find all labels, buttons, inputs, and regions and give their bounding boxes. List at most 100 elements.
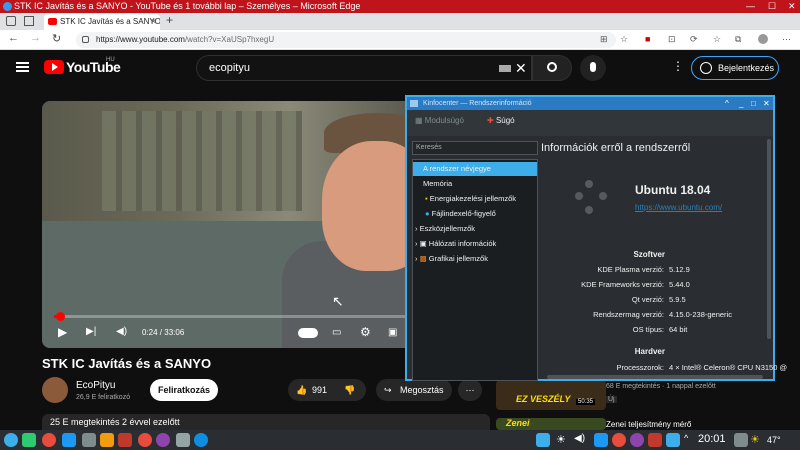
youtube-logo-icon[interactable] (44, 60, 64, 74)
more-icon[interactable]: ⋯ (782, 34, 791, 45)
app-icon[interactable] (118, 433, 132, 447)
signin-button[interactable]: Bejelentkezés (691, 56, 779, 80)
new-tab-button[interactable]: + (166, 13, 173, 27)
expand-arrow-icon[interactable]: › (415, 239, 418, 248)
back-icon[interactable]: ← (8, 32, 19, 44)
more-actions-button[interactable]: ⋯ (458, 379, 482, 401)
tree-item-energy[interactable]: ▪ Energiakezelési jellemzők (413, 192, 537, 206)
tab-list-icon[interactable] (24, 16, 34, 26)
channel-name[interactable]: EcoPityu (76, 380, 115, 391)
keep-above-icon[interactable]: ^ (725, 97, 729, 110)
description-box[interactable]: 25 E megtekintés 2 évvel ezelőtt (42, 414, 490, 430)
settings-dots-icon[interactable]: ⋮ (672, 59, 684, 73)
subtitles-icon[interactable]: ▭ (332, 327, 341, 338)
maximize-icon[interactable]: ☐ (768, 0, 776, 13)
refresh-icon[interactable]: ↻ (52, 32, 61, 45)
help-button[interactable]: ✚ Súgó (487, 116, 515, 125)
recommendation-title[interactable]: Zenei teljesítmény mérő (606, 420, 691, 429)
keyboard-icon[interactable] (499, 65, 511, 72)
like-count[interactable]: 991 (312, 379, 327, 401)
vivaldi-icon[interactable] (138, 433, 152, 447)
app-available-icon[interactable]: ⊞ (600, 34, 608, 45)
bluetooth-tray-icon[interactable] (666, 433, 680, 447)
tab-actions-icon[interactable] (6, 16, 16, 26)
module-search-input[interactable]: Keresés (412, 141, 538, 155)
refresh-ext-icon[interactable]: ⟳ (690, 34, 698, 45)
miniplayer-icon[interactable]: ▣ (388, 327, 397, 338)
viber-tray-icon[interactable] (630, 433, 644, 447)
brightness-tray-icon[interactable]: ☀ (556, 433, 570, 447)
url-field[interactable]: https://www.youtube.com/watch?v=XaUSp7hx… (76, 32, 616, 48)
module-help-button[interactable]: ▦ Modulsúgó (415, 116, 464, 125)
tree-item-network[interactable]: › ▣ Hálózati információk (413, 237, 537, 251)
tray-icon[interactable] (648, 433, 662, 447)
tab-close-icon[interactable]: ✕ (150, 14, 157, 30)
expand-arrow-icon[interactable]: › (415, 224, 418, 233)
video-title: STK IC Javítás és a SANYO (42, 356, 212, 371)
display-tray-icon[interactable] (536, 433, 550, 447)
minimize-icon[interactable]: _ (739, 97, 743, 110)
translate-icon[interactable]: ⊡ (668, 34, 676, 45)
voice-search-button[interactable] (580, 55, 606, 81)
autoplay-toggle[interactable] (298, 328, 318, 338)
tree-item-graphics[interactable]: › ▩ Grafikai jellemzők (413, 252, 537, 266)
kinfocenter-task-icon[interactable] (176, 433, 190, 447)
close-icon[interactable]: ✕ (788, 0, 796, 13)
os-website-link[interactable]: https://www.ubuntu.com/ (635, 203, 722, 212)
profile-icon[interactable] (758, 34, 768, 44)
volume-icon[interactable]: ◀) (116, 326, 127, 337)
like-icon[interactable]: 👍 (296, 379, 307, 401)
tab-title: STK IC Javítás és a SANYO - Y (60, 17, 160, 26)
clear-search-icon[interactable]: ✕ (515, 56, 527, 80)
search-input[interactable]: ecopityu ✕ (196, 55, 532, 81)
share-button[interactable]: ↪ Megosztás (376, 379, 452, 401)
expand-tray-icon[interactable]: ^ (684, 433, 698, 447)
terminal-icon[interactable] (100, 433, 114, 447)
next-icon[interactable]: ▶| (86, 326, 96, 337)
minimize-icon[interactable]: — (746, 0, 755, 13)
kinfocenter-titlebar[interactable]: Kinfocenter — Rendszerinformáció ^ _ □ ✕ (407, 97, 773, 110)
taskbar: ☀ ◀) ^ 20:01 ☀ 47° (0, 430, 800, 450)
vertical-scrollbar[interactable] (767, 139, 771, 339)
weather-icon[interactable]: ☀ (750, 433, 764, 447)
dislike-icon[interactable]: 👎 (344, 379, 355, 401)
menu-icon[interactable] (16, 62, 29, 72)
dolphin-icon[interactable] (62, 433, 76, 447)
extension-icon[interactable]: ■ (645, 34, 650, 44)
viber-icon[interactable] (156, 433, 170, 447)
favorites-icon[interactable]: ☆ (713, 34, 721, 45)
search-value: ecopityu (209, 62, 250, 74)
tab-youtube[interactable]: STK IC Javítás és a SANYO - Y ✕ (44, 14, 160, 30)
tree-item-file-indexer[interactable]: ● Fájlindexelő-figyelő (413, 207, 537, 221)
progress-scrubber[interactable] (56, 312, 65, 321)
expand-arrow-icon[interactable]: › (415, 254, 418, 263)
collections-icon[interactable]: ⧉ (735, 34, 741, 45)
clock[interactable]: 20:01 (698, 433, 726, 445)
recommendation-thumbnail[interactable]: EZ VESZÉLY 50:35 (496, 380, 606, 410)
search-button[interactable] (532, 55, 572, 81)
opera-icon[interactable] (42, 433, 56, 447)
close-icon[interactable]: ✕ (763, 97, 770, 110)
forward-icon[interactable]: → (30, 32, 41, 44)
show-desktop-icon[interactable] (734, 433, 748, 447)
edge-task-icon[interactable] (194, 433, 208, 447)
info-value: 5.44.0 (669, 280, 690, 289)
play-icon[interactable]: ▶ (58, 325, 67, 339)
system-monitor-icon[interactable] (22, 433, 36, 447)
app-launcher-icon[interactable] (4, 433, 18, 447)
settings-icon[interactable]: ⚙ (360, 325, 371, 339)
subscribe-button[interactable]: Feliratkozás (150, 379, 218, 401)
tree-item-devices[interactable]: › Eszközjellemzők (413, 222, 537, 236)
tray-icon[interactable] (612, 433, 626, 447)
search-placeholder: Keresés (416, 144, 442, 151)
tree-item-memory[interactable]: Memória (413, 177, 537, 191)
maximize-icon[interactable]: □ (751, 97, 756, 110)
settings-app-icon[interactable] (82, 433, 96, 447)
volume-tray-icon[interactable]: ◀) (574, 433, 588, 447)
recommendation-thumbnail[interactable]: Zenei (496, 418, 606, 430)
channel-avatar[interactable] (42, 377, 68, 403)
tree-item-about[interactable]: A rendszer névjegye (413, 162, 537, 176)
network-tray-icon[interactable] (594, 433, 608, 447)
favorites-add-icon[interactable]: ☆ (620, 34, 628, 45)
horizontal-scrollbar[interactable] (547, 375, 763, 379)
